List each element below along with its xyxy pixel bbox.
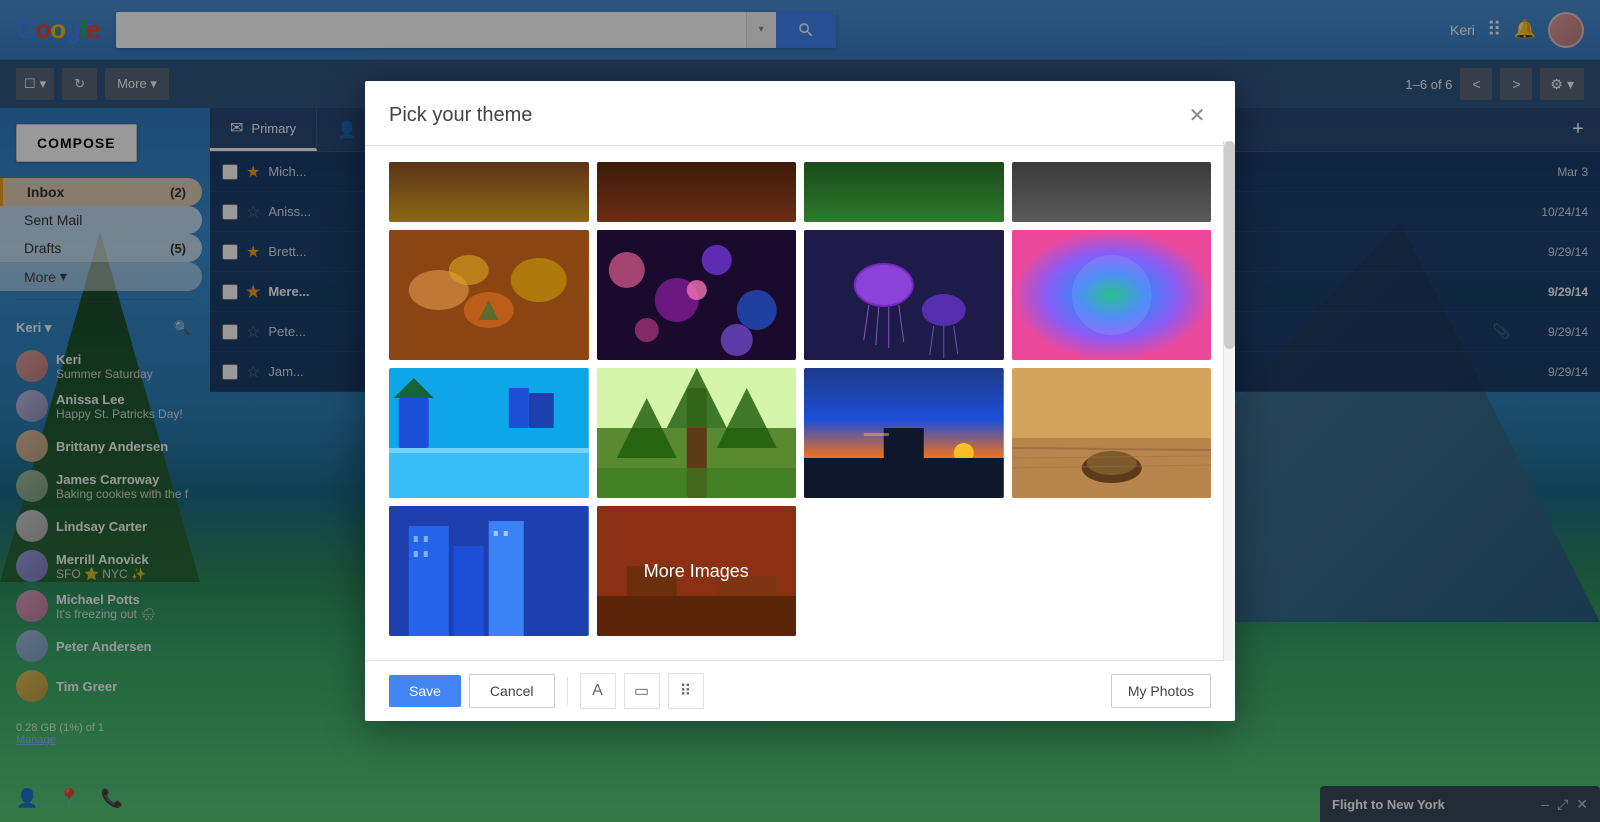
theme-iridescent[interactable] bbox=[1012, 230, 1212, 360]
theme-picker-modal: Pick your theme ✕ bbox=[365, 81, 1235, 721]
theme-bokeh[interactable] bbox=[597, 230, 797, 360]
theme-autumn[interactable] bbox=[389, 230, 589, 360]
text-icon: A bbox=[592, 682, 603, 700]
modal-header: Pick your theme ✕ bbox=[365, 81, 1235, 146]
theme-partial-2[interactable] bbox=[597, 162, 797, 222]
theme-jellyfish[interactable] bbox=[804, 230, 1004, 360]
modal-scrollbar-thumb bbox=[1224, 141, 1235, 349]
cancel-button[interactable]: Cancel bbox=[469, 674, 555, 708]
modal-scrollbar[interactable] bbox=[1223, 141, 1235, 661]
save-button[interactable]: Save bbox=[389, 675, 461, 707]
theme-grid-row3 bbox=[389, 368, 1211, 498]
theme-grid-row2 bbox=[389, 230, 1211, 360]
theme-sunset[interactable] bbox=[804, 368, 1004, 498]
modal-title: Pick your theme bbox=[389, 104, 1183, 127]
my-photos-button[interactable]: My Photos bbox=[1111, 674, 1211, 708]
separator bbox=[567, 677, 568, 705]
modal-body: More Images bbox=[365, 146, 1235, 660]
rounded-rect-icon: ▭ bbox=[634, 681, 649, 701]
grid-dots-icon: ⠿ bbox=[680, 681, 692, 701]
theme-city[interactable] bbox=[389, 506, 589, 636]
more-images-label: More Images bbox=[644, 561, 749, 582]
theme-partial-4[interactable] bbox=[1012, 162, 1212, 222]
first-row-partial bbox=[389, 162, 1211, 222]
theme-partial-3[interactable] bbox=[804, 162, 1004, 222]
modal-close-button[interactable]: ✕ bbox=[1183, 101, 1211, 129]
theme-forest[interactable] bbox=[597, 368, 797, 498]
modal-overlay: Pick your theme ✕ bbox=[0, 0, 1600, 822]
theme-desert[interactable] bbox=[1012, 368, 1212, 498]
theme-partial-1[interactable] bbox=[389, 162, 589, 222]
text-icon-btn[interactable]: A bbox=[580, 673, 616, 709]
theme-more-images[interactable]: More Images bbox=[597, 506, 797, 636]
theme-water[interactable] bbox=[389, 368, 589, 498]
shape-icon-btn[interactable]: ▭ bbox=[624, 673, 660, 709]
grid-icon-btn[interactable]: ⠿ bbox=[668, 673, 704, 709]
modal-footer: Save Cancel A ▭ ⠿ My Photos bbox=[365, 660, 1235, 721]
theme-grid-row4: More Images bbox=[389, 506, 1211, 636]
